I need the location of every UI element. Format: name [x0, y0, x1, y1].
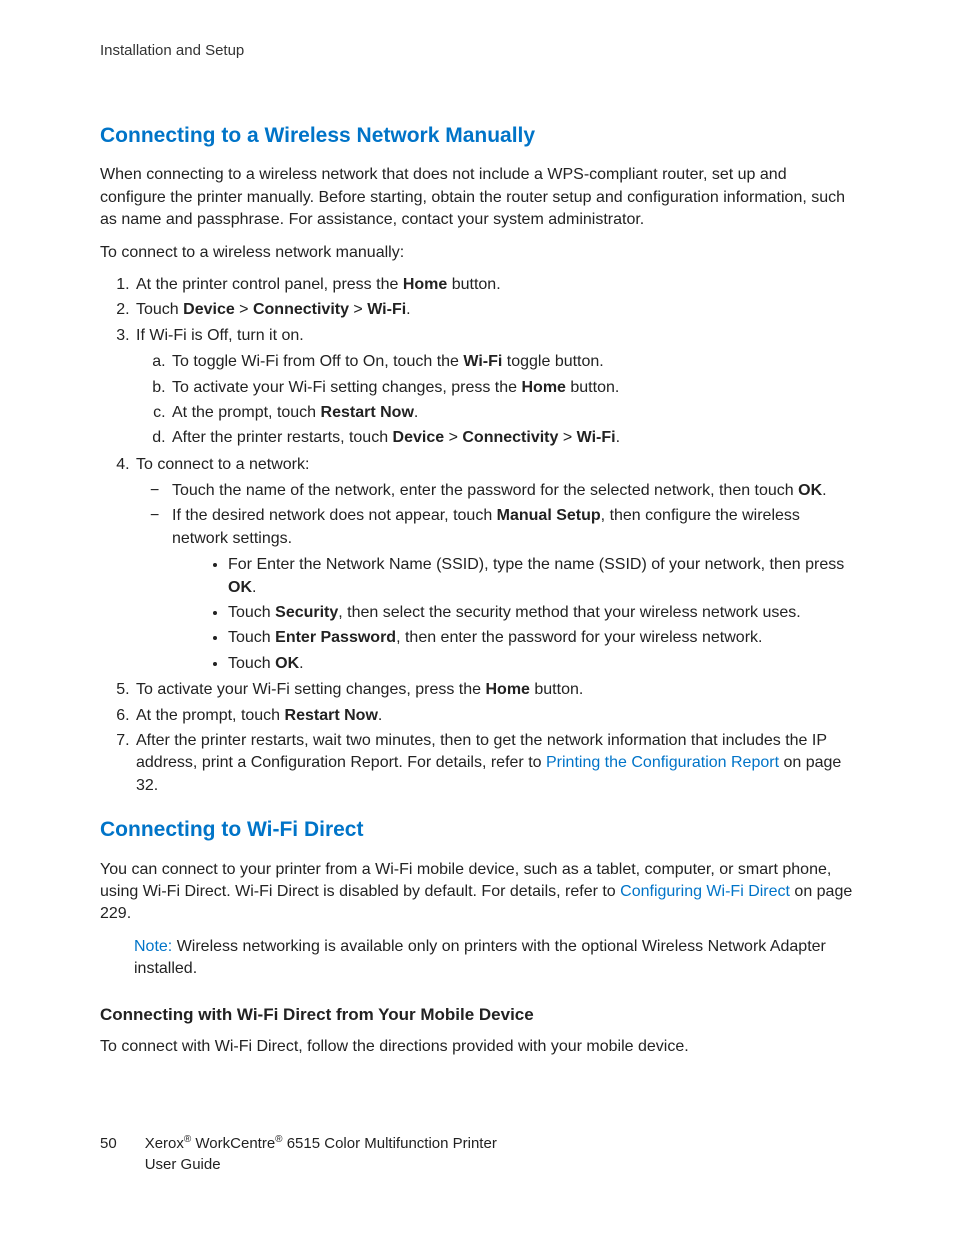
list-item: Touch Enter Password, then enter the pas… [228, 627, 854, 649]
sub-dash-list: Touch the name of the network, enter the… [136, 480, 854, 675]
list-item: To toggle Wi-Fi from Off to On, touch th… [170, 351, 854, 373]
page-number: 50 [100, 1133, 117, 1175]
section-heading-manual: Connecting to a Wireless Network Manuall… [100, 121, 854, 150]
ordered-list: At the printer control panel, press the … [100, 274, 854, 797]
list-item: At the prompt, touch Restart Now. [134, 705, 854, 727]
body-text: To connect to a wireless network manuall… [100, 242, 854, 264]
list-item: Touch the name of the network, enter the… [170, 480, 854, 502]
body-text: When connecting to a wireless network th… [100, 164, 854, 231]
list-item: To activate your Wi-Fi setting changes, … [134, 679, 854, 701]
list-item: Touch OK. [228, 653, 854, 675]
list-item: Touch Device > Connectivity > Wi-Fi. [134, 299, 854, 321]
page-container: Installation and Setup Connecting to a W… [0, 0, 954, 1235]
section-heading-wifidirect: Connecting to Wi-Fi Direct [100, 815, 854, 844]
list-item: At the printer control panel, press the … [134, 274, 854, 296]
list-item: If the desired network does not appear, … [170, 505, 854, 675]
subsection-heading-mobile: Connecting with Wi-Fi Direct from Your M… [100, 1003, 854, 1027]
note-block: Note: Wireless networking is available o… [134, 936, 854, 981]
list-item: To activate your Wi-Fi setting changes, … [170, 377, 854, 399]
list-item: To connect to a network: Touch the name … [134, 454, 854, 676]
list-item: After the printer restarts, touch Device… [170, 427, 854, 449]
list-item: After the printer restarts, wait two min… [134, 730, 854, 797]
list-item: If Wi-Fi is Off, turn it on. To toggle W… [134, 325, 854, 450]
sub-bullet-list: For Enter the Network Name (SSID), type … [172, 554, 854, 675]
page-footer: 50 Xerox® WorkCentre® 6515 Color Multifu… [100, 1133, 497, 1175]
link-config-report[interactable]: Printing the Configuration Report [546, 754, 779, 771]
link-configure-wifidirect[interactable]: Configuring Wi-Fi Direct [620, 883, 790, 900]
body-text: You can connect to your printer from a W… [100, 859, 854, 926]
note-label: Note: [134, 938, 172, 955]
list-item: At the prompt, touch Restart Now. [170, 402, 854, 424]
page-header: Installation and Setup [100, 40, 854, 61]
footer-product: Xerox® WorkCentre® 6515 Color Multifunct… [145, 1133, 497, 1175]
sub-ordered-list: To toggle Wi-Fi from Off to On, touch th… [136, 351, 854, 450]
list-item: For Enter the Network Name (SSID), type … [228, 554, 854, 599]
body-text: To connect with Wi-Fi Direct, follow the… [100, 1036, 854, 1058]
list-item: Touch Security, then select the security… [228, 602, 854, 624]
